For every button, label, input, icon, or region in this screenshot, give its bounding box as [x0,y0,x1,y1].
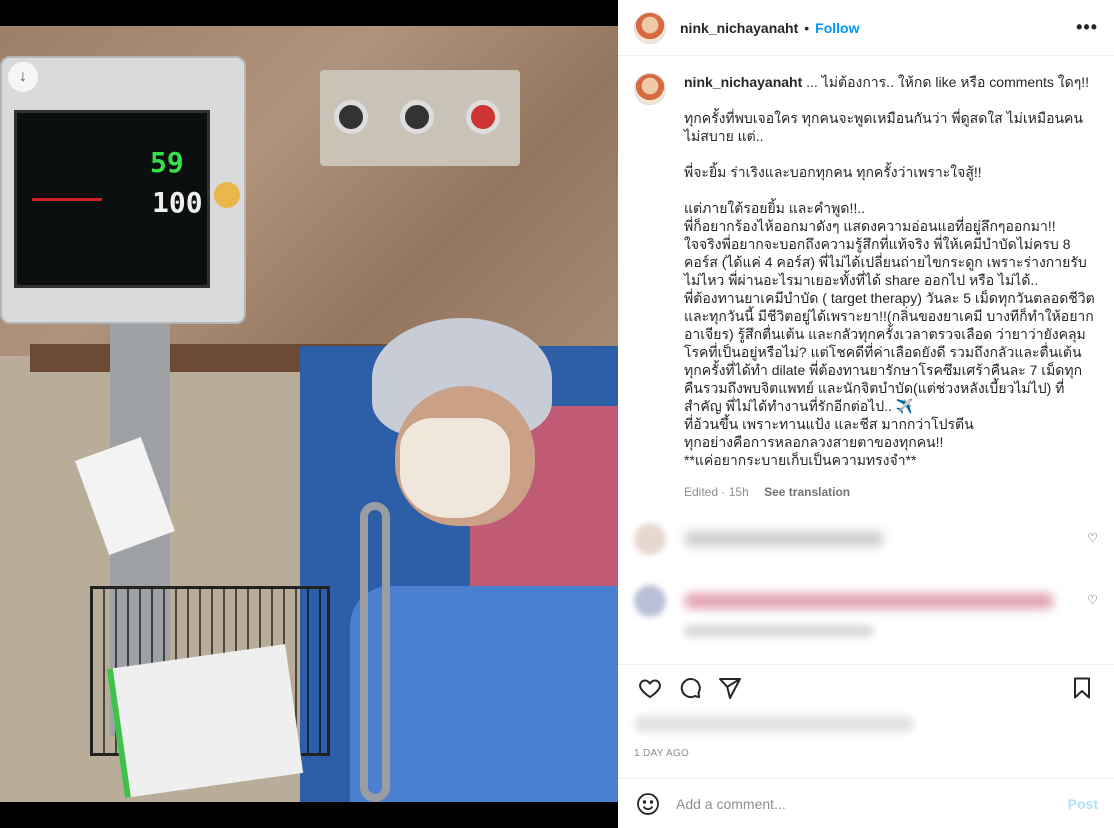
photo-spo2-value: 100 [152,186,203,219]
caption-line: **แค่อยากระบายเก็บเป็นความทรงจำ** [684,452,917,468]
comment-item: ♡ [634,585,1098,637]
photo-ecg-trace [32,198,102,201]
photo-bed-rail [360,502,390,802]
caption-line: ใจจริงพี่อยากจะบอกถึงความรู้สึกที่แท้จริ… [684,236,1087,288]
likes-summary-blurred [634,716,914,732]
caption-time: 15h [728,485,749,499]
comment-text-blurred [684,593,1054,609]
photo-monitor-knob [214,182,240,208]
photo-gas-port [400,100,434,134]
photo-gas-port [466,100,500,134]
caption-line: พี่ต้องทานยาเคมีบำบัด ( target therapy) … [684,290,1095,414]
comment-like-heart-icon[interactable]: ♡ [1087,531,1098,545]
smiley-icon[interactable] [634,790,662,818]
post-side-panel: nink_nichayanaht • Follow ••• nink_nicha… [618,0,1114,828]
comment-like-heart-icon[interactable]: ♡ [1087,593,1098,607]
photo-patient-monitor: 59 100 [0,56,246,324]
comment-bubble-icon[interactable] [670,668,710,708]
author-username[interactable]: nink_nichayanaht [680,20,798,36]
author-avatar[interactable] [634,11,666,44]
comments-scroll-area[interactable]: nink_nichayanaht ... ไม่ต้องการ.. ให้กด … [618,57,1114,657]
post-time-ago: 1 DAY AGO [634,748,690,759]
download-icon[interactable]: ↓ [8,62,38,92]
post-photo[interactable]: 59 100 ↓ [0,26,618,802]
comment-avatar[interactable] [634,523,666,555]
caption-author-avatar[interactable] [634,73,666,105]
comment-reply-blurred [684,625,874,637]
photo-clipboard-papers [106,644,304,798]
photo-gas-panel [320,70,520,166]
post-caption: nink_nichayanaht ... ไม่ต้องการ.. ให้กด … [634,73,1098,501]
follow-button[interactable]: Follow [815,20,859,36]
caption-line: พี่ก็อยากร้องไห้ออกมาดังๆ แสดงความอ่อนแอ… [684,218,1056,234]
post-header: nink_nichayanaht • Follow ••• [618,0,1114,56]
caption-line: พี่จะยิ้ม ร่าเริงและบอกทุกคน ทุกครั้งว่า… [684,164,982,180]
add-comment-bar: Post [618,778,1114,828]
comment-avatar[interactable] [634,585,666,617]
caption-line [684,181,1098,199]
photo-face-mask [400,418,510,518]
see-translation-link[interactable]: See translation [764,485,850,499]
header-separator: • [804,19,810,36]
photo-heart-rate-value: 59 [150,146,184,179]
caption-line: แต่ภายใต้รอยยิ้ม และคำพูด!!.. [684,200,866,216]
photo-gas-port [334,100,368,134]
edited-label: Edited [684,485,719,499]
caption-line: ทุกครั้งที่พบเจอใคร ทุกคนจะพูดเหมือนกันว… [684,110,1083,144]
caption-line [684,91,1098,109]
caption-lines: ทุกครั้งที่พบเจอใคร ทุกคนจะพูดเหมือนกันว… [684,91,1098,469]
caption-line: ทุกอย่างคือการหลอกลวงสายตาของทุกคน!! [684,434,944,450]
caption-line: ที่อ้วนขึ้น เพราะทานแป้ง และชีส มากกว่าโ… [684,416,974,432]
caption-meta-dot: · [721,485,726,499]
bookmark-icon[interactable] [1062,668,1102,708]
more-horizontal-icon[interactable]: ••• [1076,17,1098,38]
caption-username[interactable]: nink_nichayanaht [684,74,802,90]
send-paper-plane-icon[interactable] [710,668,750,708]
photo-blanket [350,586,618,802]
add-comment-input[interactable] [676,795,1068,812]
comment-text-blurred [684,531,884,547]
caption-first-line: ... ไม่ต้องการ.. ให้กด like หรือ comment… [802,74,1089,90]
caption-body: nink_nichayanaht ... ไม่ต้องการ.. ให้กด … [684,73,1098,501]
caption-meta: Edited · 15h See translation [684,483,1098,501]
post-media-pane: 59 100 ↓ [0,0,618,828]
heart-icon[interactable] [630,668,670,708]
post-comment-button[interactable]: Post [1068,796,1098,812]
caption-line [684,145,1098,163]
post-actions-bar [618,664,1114,710]
comment-item: ♡ [634,523,1098,555]
